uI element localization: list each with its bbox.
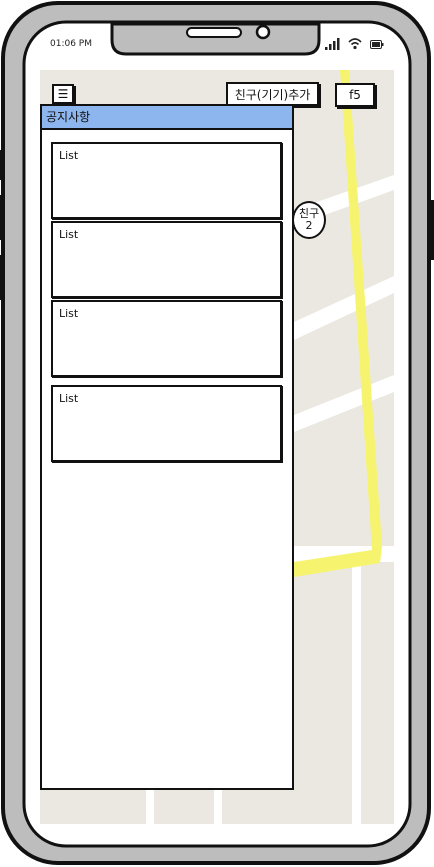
list-item-label: List	[59, 307, 79, 320]
notice-list-item[interactable]: List	[51, 385, 282, 462]
menu-icon: ☰	[57, 87, 69, 101]
notice-list-item[interactable]: List	[51, 221, 282, 298]
add-friend-device-button[interactable]: 친구(기기)추가	[226, 82, 319, 106]
friend-marker-number: 2	[305, 219, 313, 232]
friend-marker[interactable]: 친구 2	[292, 201, 326, 239]
app-screen: ☰ 친구(기기)추가 f5 친구 2 공지사항 List List List L…	[40, 70, 394, 824]
list-item-label: List	[59, 228, 79, 241]
notice-panel-title: 공지사항	[42, 106, 292, 130]
signal-icon	[325, 38, 340, 50]
notice-panel: 공지사항 List List List List	[40, 104, 294, 790]
list-item-label: List	[59, 392, 79, 405]
status-time: 01:06 PM	[50, 39, 92, 49]
menu-button[interactable]: ☰	[52, 84, 74, 104]
list-item-label: List	[59, 149, 79, 162]
refresh-button[interactable]: f5	[335, 83, 375, 107]
wifi-icon	[348, 38, 362, 50]
notice-list-item[interactable]: List	[51, 142, 282, 219]
notice-list-item[interactable]: List	[51, 300, 282, 377]
battery-icon	[370, 40, 384, 49]
